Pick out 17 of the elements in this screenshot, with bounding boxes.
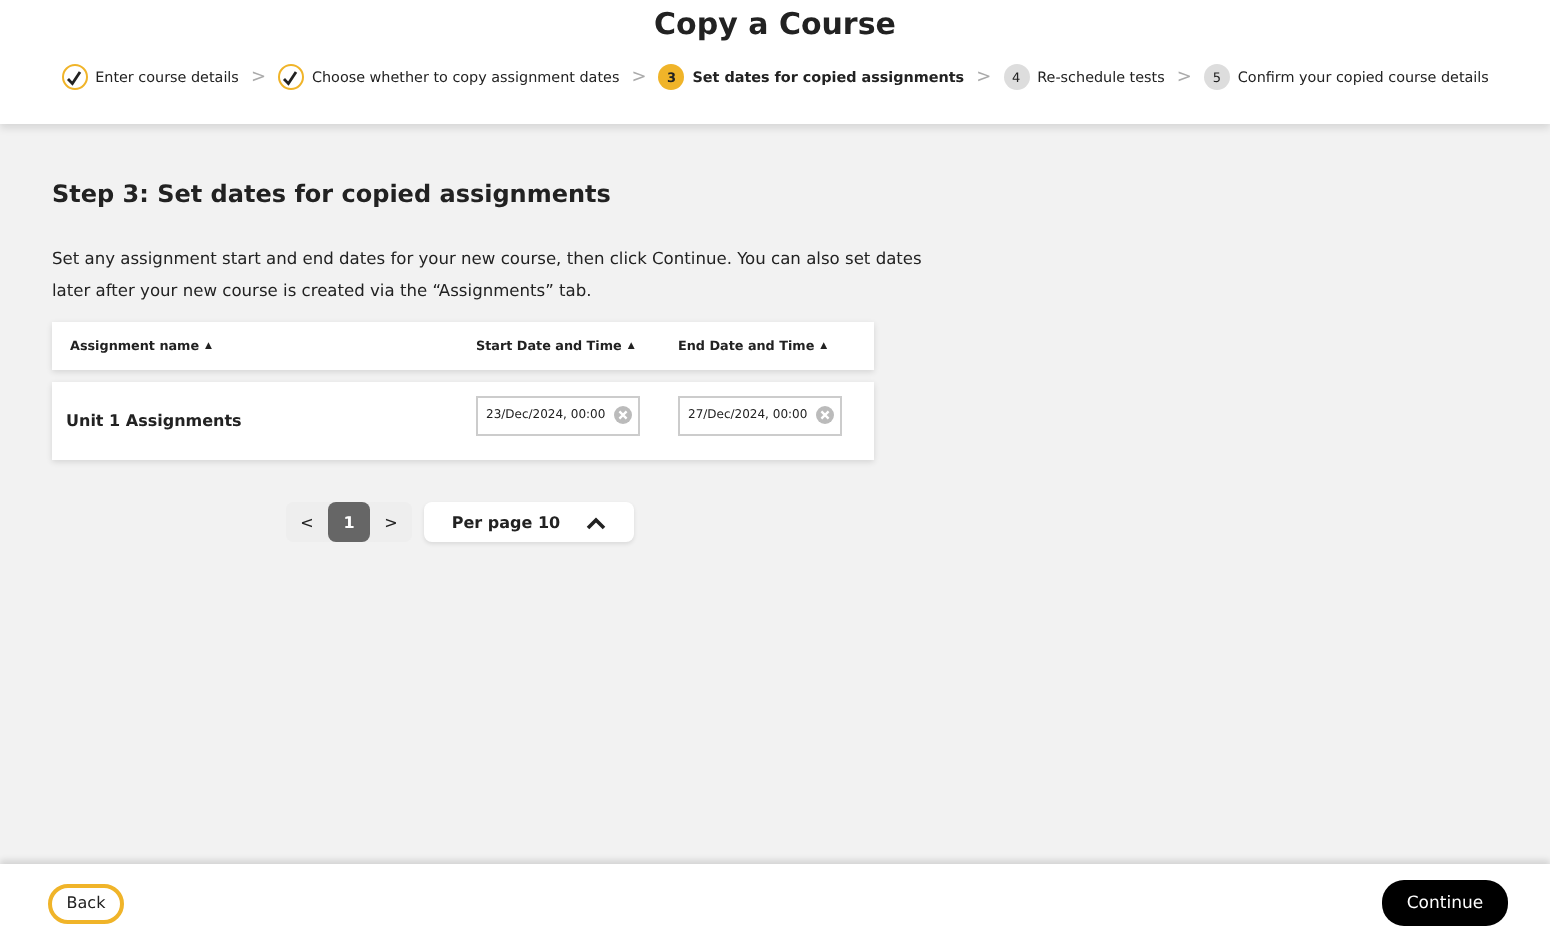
- clear-icon[interactable]: [816, 406, 834, 424]
- per-page-dropdown[interactable]: Per page 10: [424, 502, 634, 542]
- step-separator: >: [250, 67, 266, 87]
- page-title: Copy a Course: [654, 6, 896, 42]
- clear-icon[interactable]: [614, 406, 632, 424]
- continue-button[interactable]: Continue: [1382, 880, 1508, 926]
- caret-icon: [586, 515, 607, 529]
- intro-text: Set any assignment start and end dates for your new course, then click Continue. You can also set dates later after your new course is created via the “Assignments” tab.: [52, 246, 924, 304]
- page-button[interactable]: 1: [328, 502, 370, 542]
- step-separator: >: [1176, 67, 1192, 87]
- step-separator: >: [976, 67, 992, 87]
- assignment-name: Unit 1 Assignments: [64, 412, 244, 430]
- back-button[interactable]: Back: [48, 883, 124, 923]
- check-icon: [277, 64, 304, 90]
- step-heading: Step 3: Set dates for copied assignments: [52, 180, 613, 208]
- step-separator: >: [631, 67, 647, 87]
- check-icon: [61, 64, 88, 90]
